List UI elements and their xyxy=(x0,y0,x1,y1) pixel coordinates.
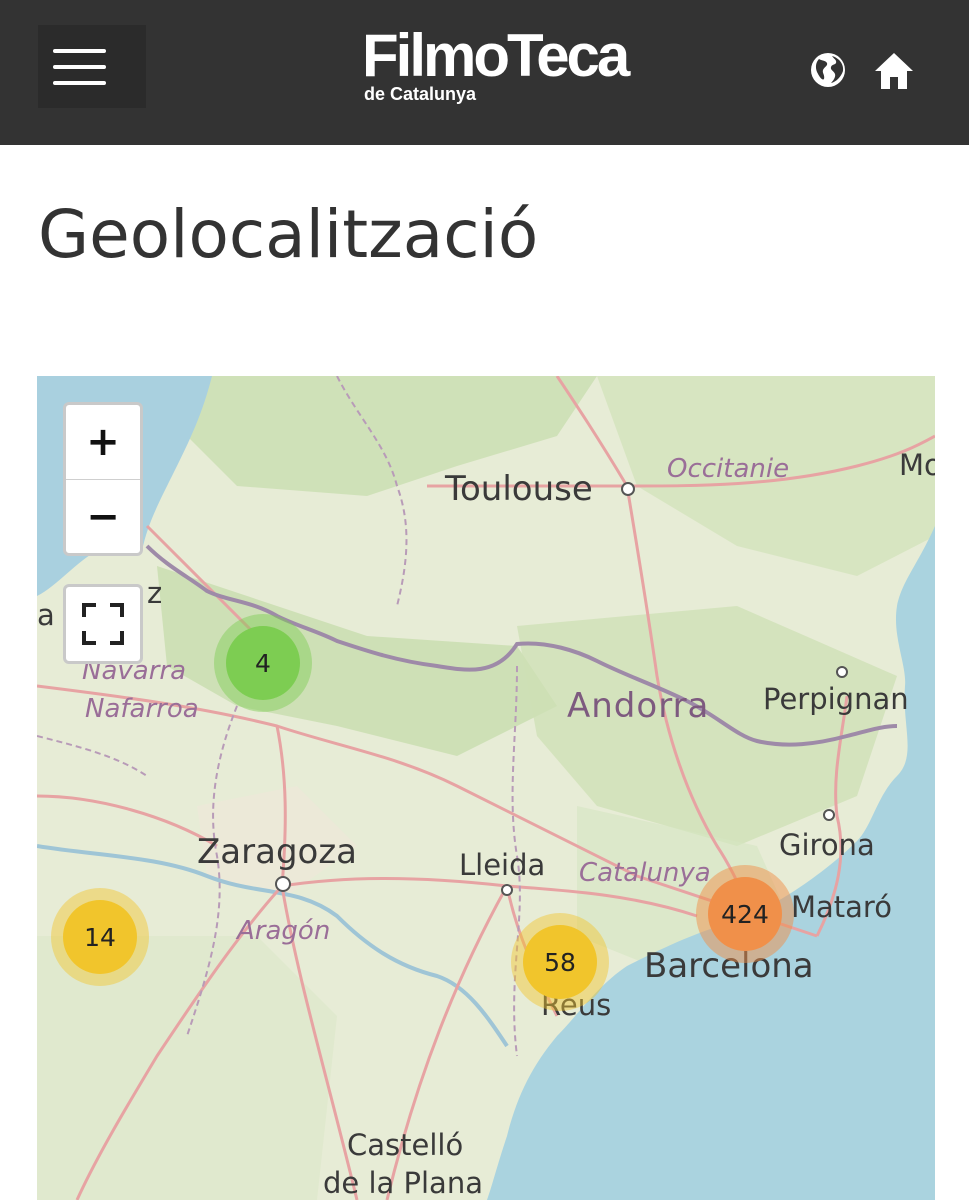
city-marker-icon xyxy=(501,884,513,896)
cluster-count: 424 xyxy=(708,877,782,951)
map-label-mo: Mo xyxy=(899,448,935,482)
map-label-catalunya: Catalunya xyxy=(579,858,711,888)
map-label-castello: Castelló xyxy=(347,1128,464,1162)
map-label-occitanie: Occitanie xyxy=(667,454,790,484)
logo-wordmark: FilmoTeca xyxy=(362,22,630,89)
city-marker-icon xyxy=(275,876,291,892)
marker-cluster-reus[interactable]: 58 xyxy=(511,913,609,1011)
cluster-count: 14 xyxy=(63,900,137,974)
home-icon xyxy=(875,53,913,89)
map-label-partial-z: z xyxy=(147,576,163,610)
map-label-nafarroa: Nafarroa xyxy=(85,694,199,724)
marker-cluster-navarra[interactable]: 4 xyxy=(214,614,312,712)
menu-line xyxy=(53,65,106,69)
menu-line xyxy=(53,49,106,53)
fullscreen-icon xyxy=(82,603,124,645)
map-label-perpignan: Perpignan xyxy=(763,682,909,716)
cluster-count: 4 xyxy=(226,626,300,700)
city-marker-icon xyxy=(621,482,635,496)
city-marker-icon xyxy=(823,809,835,821)
page-title: Geolocalització xyxy=(38,196,539,273)
map-label-de-la-plana: de la Plana xyxy=(323,1166,483,1200)
cluster-count: 58 xyxy=(523,925,597,999)
map-label-girona: Girona xyxy=(779,828,875,862)
map-label-aragon: Aragón xyxy=(237,916,331,946)
marker-cluster-west[interactable]: 14 xyxy=(51,888,149,986)
map-label-partial-west: a xyxy=(37,598,55,632)
fullscreen-button[interactable] xyxy=(63,584,143,664)
logo-subtitle: de Catalunya xyxy=(364,84,477,104)
marker-cluster-barcelona[interactable]: 424 xyxy=(696,865,794,963)
language-button[interactable] xyxy=(808,50,848,90)
menu-line xyxy=(53,81,106,85)
map-label-mataro: Mataró xyxy=(791,890,892,924)
filmoteca-logo[interactable]: FilmoTeca de Catalunya xyxy=(362,26,682,106)
hamburger-menu-button[interactable] xyxy=(38,25,146,108)
map-label-andorra: Andorra xyxy=(567,686,710,726)
zoom-out-button[interactable]: − xyxy=(66,480,140,554)
zoom-control: + − xyxy=(63,402,143,556)
home-button[interactable] xyxy=(872,50,916,92)
map-container[interactable]: Toulouse Occitanie Mo a z Navarra Nafarr… xyxy=(37,376,935,1200)
zoom-in-button[interactable]: + xyxy=(66,405,140,480)
map-label-lleida: Lleida xyxy=(459,848,546,882)
top-navigation-bar: FilmoTeca de Catalunya xyxy=(0,0,969,145)
globe-icon xyxy=(811,53,845,87)
map-label-toulouse: Toulouse xyxy=(445,469,593,509)
map-label-zaragoza: Zaragoza xyxy=(197,832,358,872)
city-marker-icon xyxy=(836,666,848,678)
